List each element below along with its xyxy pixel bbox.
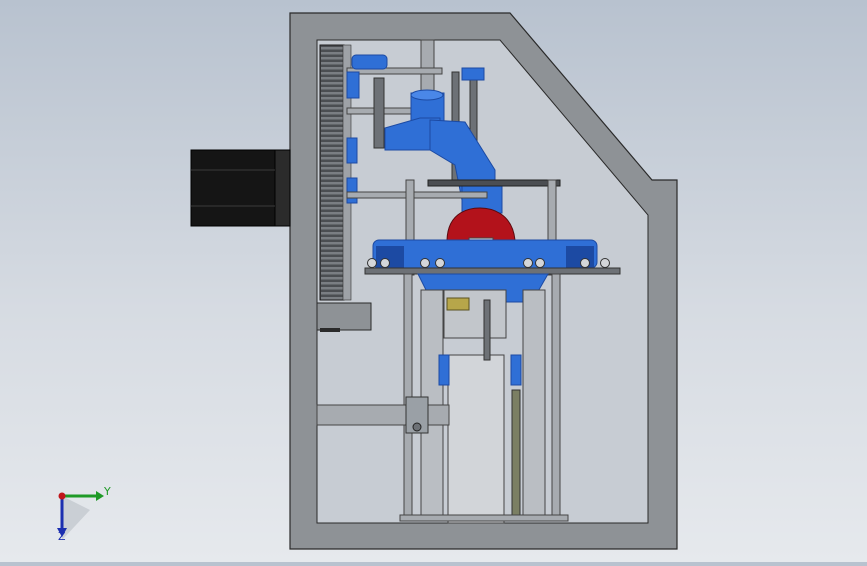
screw bbox=[435, 258, 445, 268]
screw bbox=[420, 258, 430, 268]
gear-tooth bbox=[321, 142, 343, 145]
gear-tooth bbox=[321, 117, 343, 120]
gear-tooth bbox=[321, 127, 343, 130]
gear-tooth bbox=[321, 237, 343, 240]
drive-gear bbox=[319, 44, 352, 301]
base-strip bbox=[399, 514, 569, 522]
gear-tooth bbox=[321, 297, 343, 300]
screw bbox=[380, 258, 390, 268]
gear-tooth bbox=[321, 112, 343, 115]
gear-tooth bbox=[321, 222, 343, 225]
gear-tooth bbox=[321, 77, 343, 80]
gear-tooth bbox=[321, 197, 343, 200]
gear-tooth bbox=[321, 247, 343, 250]
gear-tooth bbox=[321, 62, 343, 65]
gear-tooth bbox=[321, 187, 343, 190]
gear-tooth bbox=[321, 277, 343, 280]
screw bbox=[367, 258, 377, 268]
gear-tooth bbox=[321, 232, 343, 235]
assembly-drawing: Y Z bbox=[57, 12, 678, 550]
gear-tooth bbox=[321, 167, 343, 170]
gear-tooth bbox=[321, 192, 343, 195]
gear-tooth bbox=[321, 102, 343, 105]
gear-tooth bbox=[321, 257, 343, 260]
gear-tooth bbox=[321, 162, 343, 165]
gear-tooth bbox=[321, 92, 343, 95]
gear-tooth bbox=[321, 97, 343, 100]
triad-z-label: Z bbox=[58, 530, 66, 543]
coordinate-triad: Y Z bbox=[57, 485, 111, 543]
gear-tooth bbox=[321, 292, 343, 295]
gear-tooth bbox=[321, 122, 343, 125]
gear-tooth bbox=[321, 152, 343, 155]
gear-tooth bbox=[321, 182, 343, 185]
gear-tooth bbox=[321, 52, 343, 55]
gear-tooth bbox=[321, 267, 343, 270]
gear-tooth bbox=[321, 157, 343, 160]
gear-tooth bbox=[321, 132, 343, 135]
gear-tooth bbox=[321, 107, 343, 110]
gear-tooth bbox=[321, 172, 343, 175]
gear-tooth bbox=[321, 227, 343, 230]
gear-tooth bbox=[321, 287, 343, 290]
gear-tooth bbox=[321, 137, 343, 140]
gear-tooth bbox=[321, 67, 343, 70]
screw bbox=[523, 258, 533, 268]
gear-tooth bbox=[321, 87, 343, 90]
gear-tooth bbox=[321, 282, 343, 285]
gear-tooth bbox=[321, 147, 343, 150]
gear-tooth bbox=[321, 177, 343, 180]
gear-tooth bbox=[321, 212, 343, 215]
cad-viewport[interactable]: Y Z bbox=[0, 0, 867, 562]
gear-tooth bbox=[321, 47, 343, 50]
gear-tooth bbox=[321, 207, 343, 210]
gear-tooth bbox=[321, 262, 343, 265]
gear-tooth bbox=[321, 217, 343, 220]
screw bbox=[600, 258, 610, 268]
triad-y-label: Y bbox=[103, 485, 111, 498]
screw bbox=[580, 258, 590, 268]
gear-tooth bbox=[321, 72, 343, 75]
gear-tooth bbox=[321, 252, 343, 255]
gear-tooth bbox=[321, 242, 343, 245]
gear-tooth bbox=[321, 202, 343, 205]
gear-tooth bbox=[321, 57, 343, 60]
screw bbox=[535, 258, 545, 268]
stepper-motor bbox=[190, 149, 291, 227]
gear-tooth bbox=[321, 272, 343, 275]
gear-tooth bbox=[321, 82, 343, 85]
